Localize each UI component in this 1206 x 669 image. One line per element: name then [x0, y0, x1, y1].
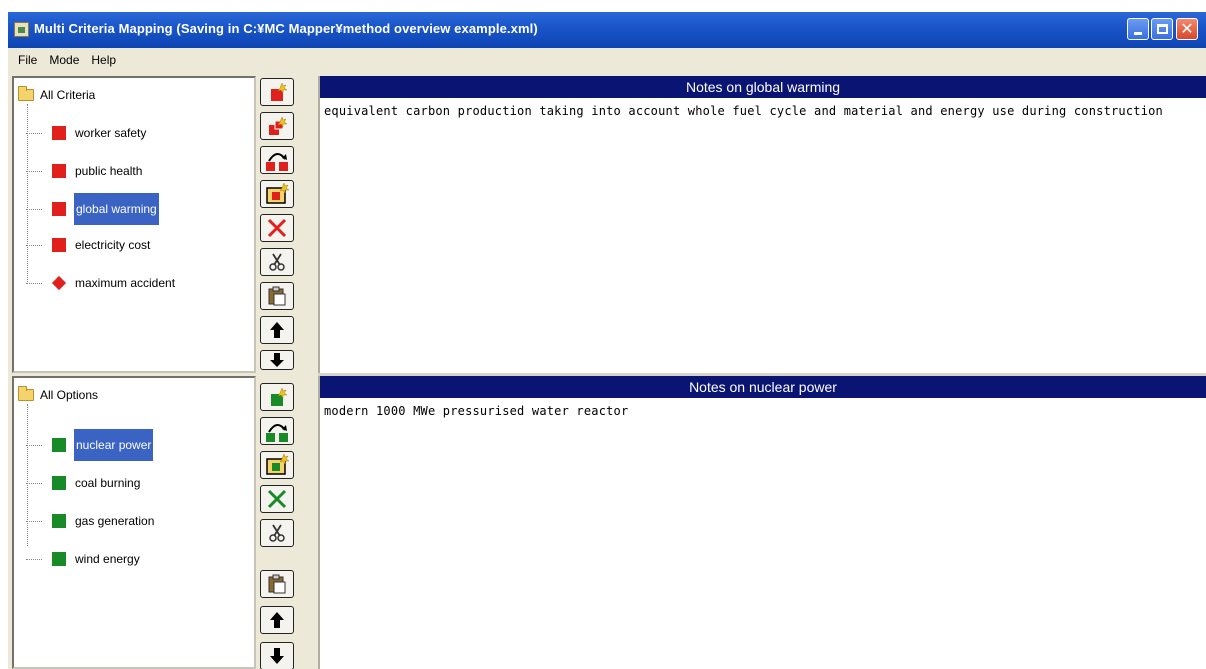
close-button[interactable]: ✕: [1176, 18, 1198, 40]
options-root[interactable]: All Options: [18, 386, 99, 402]
move-option-up-button[interactable]: [260, 606, 294, 634]
window-title: Multi Criteria Mapping (Saving in C:¥MC …: [34, 21, 538, 36]
minimize-icon: [1134, 32, 1142, 35]
tree-connector: [26, 444, 42, 446]
menu-file[interactable]: File: [12, 53, 43, 67]
move-criterion-up-button[interactable]: [260, 316, 294, 344]
option-square-icon: [52, 438, 66, 452]
criteria-notes-panel: Notes on global warming equivalent carbo…: [318, 76, 1206, 373]
options-notes-header: Notes on nuclear power: [320, 376, 1206, 398]
paste-icon: [268, 286, 286, 306]
tree-connector: [26, 132, 42, 134]
criteria-item-worker-safety[interactable]: worker safety: [26, 118, 147, 148]
criteria-item-label: electricity cost: [75, 238, 151, 252]
tree-connector: [26, 170, 42, 172]
paste-criterion-button[interactable]: [260, 282, 294, 310]
folder-open-icon: [18, 386, 34, 401]
criteria-item-public-health[interactable]: public health: [26, 156, 143, 186]
move-up-icon: [270, 322, 284, 338]
menu-help[interactable]: Help: [85, 53, 122, 67]
add-criterion-group-button[interactable]: [260, 180, 294, 208]
group-criteria-button[interactable]: [260, 146, 294, 174]
options-item-gas-generation[interactable]: gas generation: [26, 506, 155, 536]
add-option-group-button[interactable]: [260, 451, 294, 479]
add-option-group-icon: [266, 453, 290, 475]
move-down-icon: [270, 353, 284, 367]
criteria-item-label: worker safety: [75, 126, 147, 140]
criteria-item-label: maximum accident: [75, 276, 176, 290]
option-square-icon: [52, 476, 66, 490]
options-item-label: gas generation: [75, 514, 155, 528]
options-notes-panel: Notes on nuclear power modern 1000 MWe p…: [318, 376, 1206, 669]
criterion-square-icon: [52, 164, 66, 178]
options-root-label: All Options: [40, 388, 99, 402]
options-item-wind-energy[interactable]: wind energy: [26, 544, 141, 574]
tree-connector: [26, 482, 42, 484]
tree-connector: [26, 520, 42, 522]
new-sub-criterion-icon: [269, 116, 288, 135]
options-item-coal-burning[interactable]: coal burning: [26, 468, 141, 498]
new-criterion-button[interactable]: [260, 78, 294, 106]
group-options-icon: [266, 424, 288, 442]
options-tree[interactable]: All Options nuclear power coal burning g…: [12, 376, 256, 669]
option-square-icon: [52, 514, 66, 528]
move-criterion-down-button[interactable]: [260, 350, 294, 370]
maximize-icon: [1156, 24, 1168, 34]
app-window: Multi Criteria Mapping (Saving in C:¥MC …: [8, 12, 1206, 669]
criteria-item-electricity-cost[interactable]: electricity cost: [26, 230, 151, 260]
folder-open-icon: [18, 86, 34, 101]
criteria-item-maximum-accident[interactable]: maximum accident: [26, 268, 176, 298]
delete-option-button[interactable]: [260, 485, 294, 513]
group-criteria-icon: [266, 153, 288, 171]
options-item-label: coal burning: [75, 476, 141, 490]
delete-criterion-button[interactable]: [260, 214, 294, 242]
criterion-square-icon: [52, 238, 66, 252]
options-notes-text[interactable]: modern 1000 MWe pressurised water reacto…: [320, 398, 1206, 424]
tree-connector: [26, 244, 42, 246]
criteria-item-label-selected: global warming: [74, 193, 159, 225]
criteria-root-label: All Criteria: [40, 88, 96, 102]
maximize-button[interactable]: [1151, 18, 1173, 40]
tree-connector: [26, 282, 42, 284]
title-bar[interactable]: Multi Criteria Mapping (Saving in C:¥MC …: [8, 12, 1206, 48]
criterion-square-icon: [52, 202, 66, 216]
criteria-item-global-warming[interactable]: global warming: [26, 193, 159, 225]
cut-criterion-button[interactable]: [260, 248, 294, 276]
delete-criterion-icon: [267, 218, 287, 238]
close-icon: ✕: [1180, 19, 1194, 38]
criterion-diamond-icon: [51, 275, 67, 291]
menu-bar: File Mode Help: [8, 48, 1206, 72]
new-option-icon: [271, 387, 288, 406]
tree-connector: [26, 558, 42, 560]
options-item-label: wind energy: [75, 552, 140, 566]
option-square-icon: [52, 552, 66, 566]
move-up-icon: [270, 612, 284, 628]
criteria-item-label: public health: [75, 164, 143, 178]
criteria-notes-text[interactable]: equivalent carbon production taking into…: [320, 98, 1206, 124]
criteria-tree[interactable]: All Criteria worker safety public health…: [12, 76, 256, 373]
criteria-notes-header: Notes on global warming: [320, 76, 1206, 98]
cut-icon: [269, 253, 285, 271]
app-icon: [14, 22, 29, 37]
options-item-label-selected: nuclear power: [74, 429, 154, 461]
cut-option-button[interactable]: [260, 519, 294, 547]
new-criterion-icon: [271, 82, 288, 101]
paste-icon: [268, 574, 286, 594]
new-sub-criterion-button[interactable]: [260, 112, 294, 140]
tree-connector: [26, 208, 42, 210]
add-criterion-group-icon: [266, 182, 290, 204]
criterion-square-icon: [52, 126, 66, 140]
delete-option-icon: [267, 489, 287, 509]
criteria-root[interactable]: All Criteria: [18, 86, 96, 102]
minimize-button[interactable]: [1127, 18, 1149, 40]
group-options-button[interactable]: [260, 417, 294, 445]
move-down-icon: [270, 648, 284, 664]
cut-icon: [269, 524, 285, 542]
options-item-nuclear-power[interactable]: nuclear power: [26, 429, 154, 461]
menu-mode[interactable]: Mode: [43, 53, 85, 67]
paste-option-button[interactable]: [260, 570, 294, 598]
move-option-down-button[interactable]: [260, 642, 294, 669]
new-option-button[interactable]: [260, 383, 294, 411]
